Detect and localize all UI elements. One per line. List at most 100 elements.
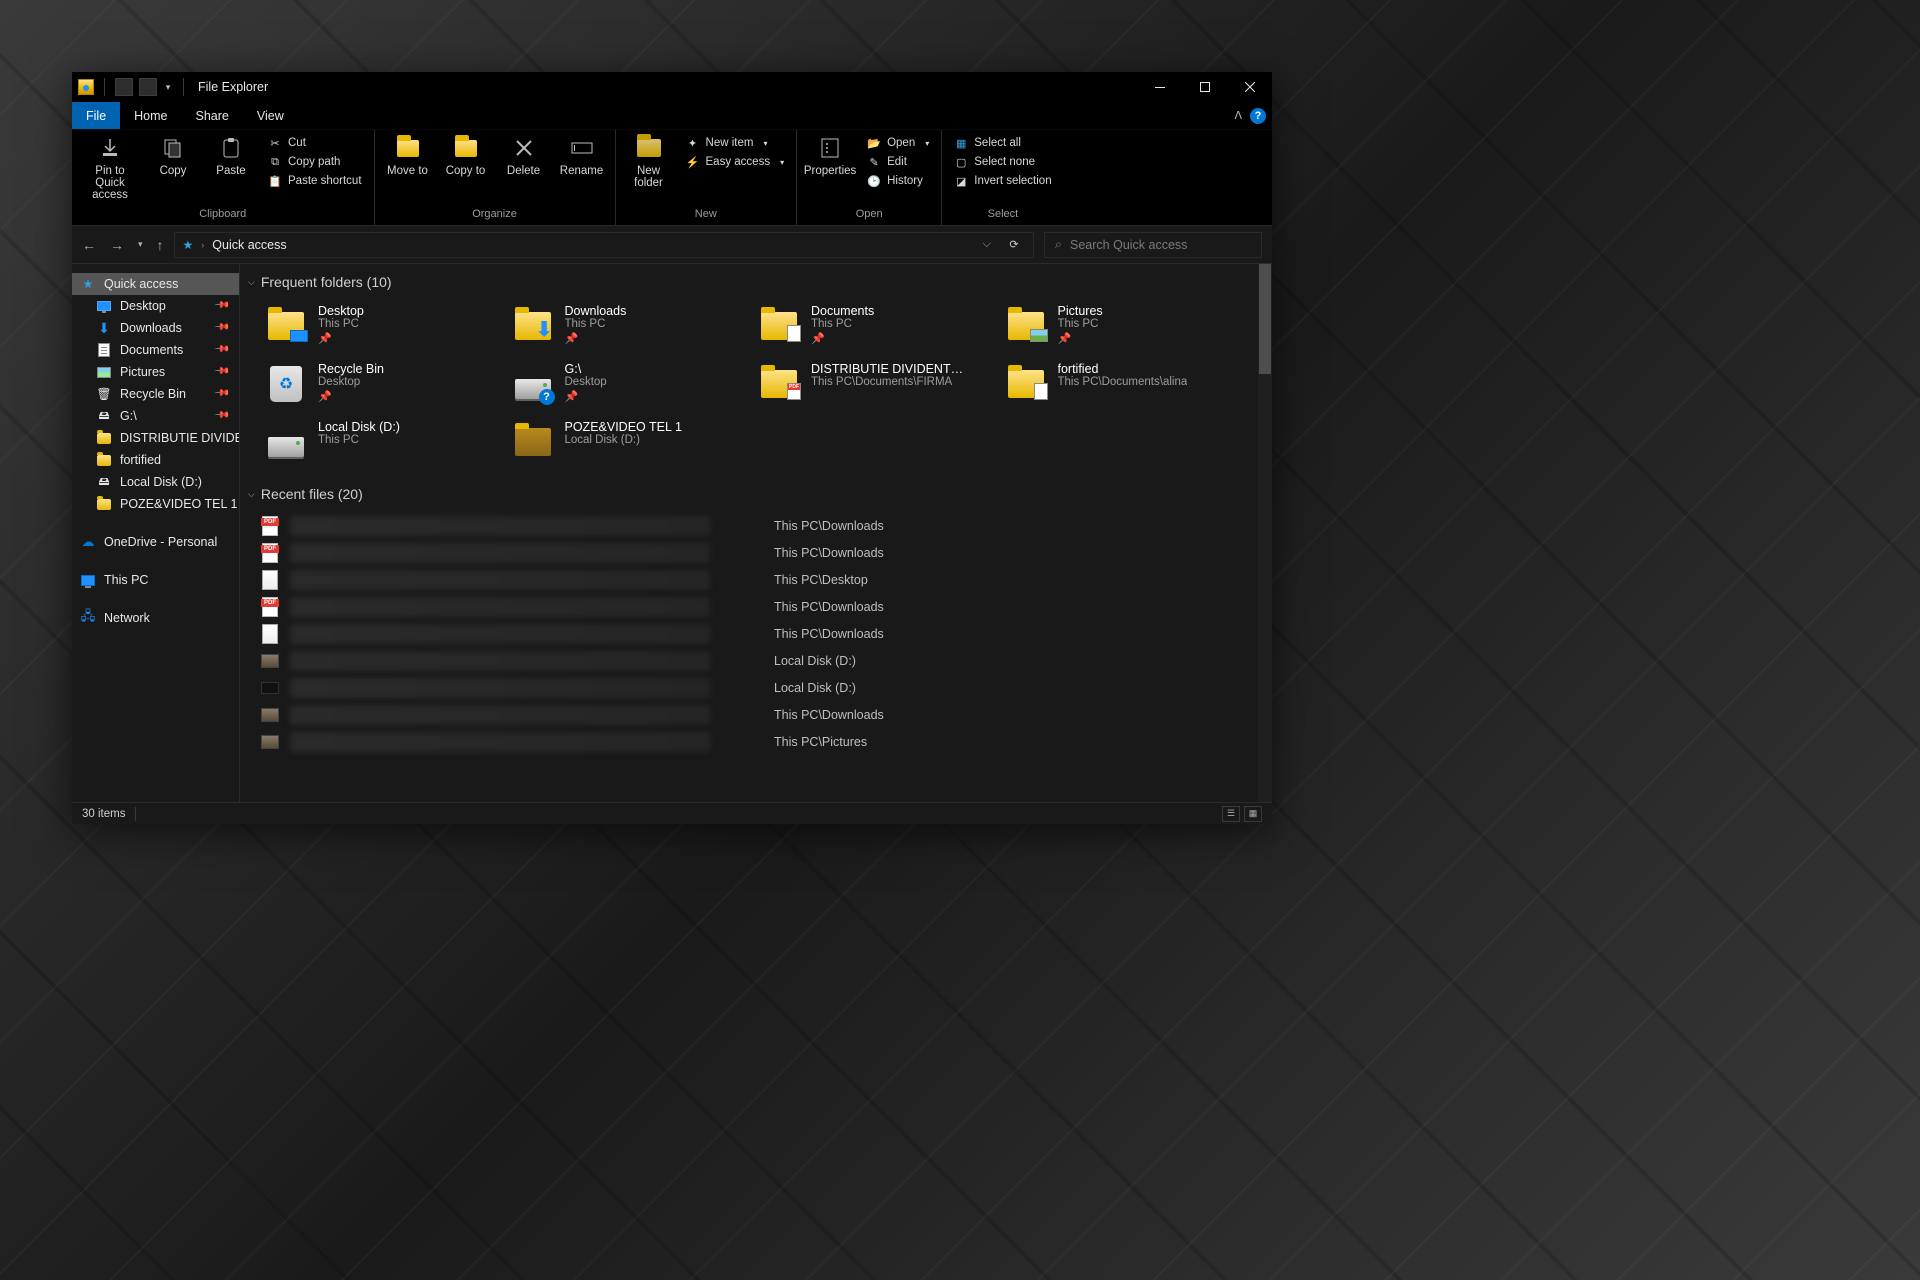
new-item-button[interactable]: ✦New item▾	[682, 134, 789, 152]
address-text: Quick access	[212, 238, 286, 252]
close-button[interactable]	[1227, 72, 1272, 102]
cut-button[interactable]: ✂Cut	[264, 134, 366, 152]
recycle-icon: 🗑	[96, 386, 112, 402]
invert-selection-button[interactable]: ◪Invert selection	[950, 172, 1055, 190]
recent-files-header[interactable]: ⌵ Recent files (20)	[240, 476, 1258, 512]
search-icon: ⌕	[1055, 237, 1062, 252]
sidebar-item-desktop[interactable]: Desktop📌	[72, 295, 239, 317]
recent-file-row[interactable]: This PC\Downloads	[260, 620, 1238, 647]
tab-view[interactable]: View	[243, 102, 298, 129]
downloads-icon: ⬇	[511, 304, 555, 348]
recent-file-row[interactable]: Local Disk (D:)	[260, 647, 1238, 674]
vertical-scrollbar[interactable]	[1258, 264, 1272, 802]
sidebar-quick-access[interactable]: ★ Quick access	[72, 273, 239, 295]
history-button[interactable]: 🕑History	[863, 172, 933, 190]
paste-button[interactable]: Paste	[206, 134, 256, 177]
folder-name: POZE&VIDEO TEL 1	[565, 420, 682, 434]
tab-share[interactable]: Share	[182, 102, 243, 129]
pin-icon: 📌	[1058, 332, 1103, 345]
nav-forward-button[interactable]: →	[110, 237, 124, 253]
copy-path-button[interactable]: ⧉Copy path	[264, 153, 366, 171]
sidebar-item-poze-video-tel-1[interactable]: POZE&VIDEO TEL 1	[72, 493, 239, 515]
recyclebin-icon	[264, 362, 308, 406]
folder-distributie-dividente-iu-[interactable]: PDF DISTRIBUTIE DIVIDENTE IU... This PC\…	[753, 358, 992, 410]
sidebar-item-fortified[interactable]: fortified	[72, 449, 239, 471]
scrollbar-thumb[interactable]	[1259, 264, 1271, 374]
drive-icon: 🖴	[96, 408, 112, 424]
folder-documents[interactable]: Documents This PC 📌	[753, 300, 992, 352]
maximize-button[interactable]	[1182, 72, 1227, 102]
tab-home[interactable]: Home	[120, 102, 181, 129]
sidebar-onedrive[interactable]: ☁ OneDrive - Personal	[72, 531, 239, 553]
ribbon: Pin to Quick access Copy Paste ✂Cut ⧉Cop…	[72, 130, 1272, 226]
sidebar-item-downloads[interactable]: Downloads📌	[72, 317, 239, 339]
folder-local-disk-d-[interactable]: Local Disk (D:) This PC	[260, 416, 499, 468]
recent-file-row[interactable]: This PC\Pictures	[260, 728, 1238, 755]
recent-file-row[interactable]: This PC\Desktop	[260, 566, 1238, 593]
help-icon[interactable]: ?	[1250, 108, 1266, 124]
qat-button-2[interactable]	[139, 78, 157, 96]
organize-group-label: Organize	[472, 208, 517, 223]
move-to-button[interactable]: Move to	[383, 134, 433, 177]
qat-dropdown[interactable]: ▾	[163, 78, 173, 96]
folder-recycle-bin[interactable]: Recycle Bin Desktop 📌	[260, 358, 499, 410]
doc-icon	[96, 342, 112, 358]
rename-button[interactable]: Rename	[557, 134, 607, 177]
select-none-button[interactable]: ▢Select none	[950, 153, 1055, 171]
pin-quick-access-button[interactable]: Pin to Quick access	[80, 134, 140, 201]
folder-g-[interactable]: G:\ Desktop 📌	[507, 358, 746, 410]
pin-label: Pin to Quick access	[80, 165, 140, 201]
folder-fortified[interactable]: fortified This PC\Documents\alina	[1000, 358, 1239, 410]
paste-shortcut-button[interactable]: 📋Paste shortcut	[264, 172, 366, 190]
sidebar-item-recycle-bin[interactable]: 🗑Recycle Bin📌	[72, 383, 239, 405]
pin-icon: 📌	[213, 362, 232, 381]
qat-button-1[interactable]	[115, 78, 133, 96]
frequent-folders-header[interactable]: ⌵ Frequent folders (10)	[240, 264, 1258, 300]
delete-button[interactable]: Delete	[499, 134, 549, 177]
sidebar-item-documents[interactable]: Documents📌	[72, 339, 239, 361]
sidebar-item-pictures[interactable]: Pictures📌	[72, 361, 239, 383]
icons-view-button[interactable]: ▦	[1244, 806, 1262, 822]
details-view-button[interactable]: ☰	[1222, 806, 1240, 822]
content-pane: ⌵ Frequent folders (10) Desktop This PC …	[240, 264, 1272, 802]
copy-to-button[interactable]: Copy to	[441, 134, 491, 177]
sidebar-this-pc[interactable]: This PC	[72, 569, 239, 591]
recent-file-row[interactable]: This PC\Downloads	[260, 593, 1238, 620]
edit-button[interactable]: ✎Edit	[863, 153, 933, 171]
pictures-icon	[1004, 304, 1048, 348]
address-bar[interactable]: ★ › Quick access ⌵ ⟳	[174, 232, 1034, 258]
search-box[interactable]: ⌕ Search Quick access	[1044, 232, 1262, 258]
nav-recent-dropdown[interactable]: ▾	[138, 239, 143, 250]
refresh-button[interactable]: ⟳	[1003, 238, 1025, 251]
folder-poze-video-tel-1[interactable]: POZE&VIDEO TEL 1 Local Disk (D:)	[507, 416, 746, 468]
recent-file-row[interactable]: This PC\Downloads	[260, 539, 1238, 566]
sidebar-item-distributie-dividen[interactable]: DISTRIBUTIE DIVIDEN	[72, 427, 239, 449]
new-folder-button[interactable]: New folder	[624, 134, 674, 189]
copy-button[interactable]: Copy	[148, 134, 198, 177]
recent-file-row[interactable]: Local Disk (D:)	[260, 674, 1238, 701]
folder-desktop[interactable]: Desktop This PC 📌	[260, 300, 499, 352]
sidebar-item-local-disk-d-[interactable]: 🖴Local Disk (D:)	[72, 471, 239, 493]
chevron-down-icon: ⌵	[248, 277, 255, 288]
select-all-button[interactable]: ▦Select all	[950, 134, 1055, 152]
easy-access-button[interactable]: ⚡Easy access▾	[682, 153, 789, 171]
recent-location: This PC\Desktop	[774, 573, 868, 587]
folder-pictures[interactable]: Pictures This PC 📌	[1000, 300, 1239, 352]
folder-name: DISTRIBUTIE DIVIDENTE IU...	[811, 362, 971, 376]
recent-file-row[interactable]: This PC\Downloads	[260, 512, 1238, 539]
open-button[interactable]: 📂Open▾	[863, 134, 933, 152]
recent-file-row[interactable]: This PC\Downloads	[260, 701, 1238, 728]
properties-button[interactable]: Properties	[805, 134, 855, 177]
nav-back-button[interactable]: ←	[82, 237, 96, 253]
sidebar-network[interactable]: 🖧 Network	[72, 607, 239, 629]
folder-icon	[96, 430, 112, 446]
collapse-ribbon-icon[interactable]: ᐱ	[1234, 109, 1242, 122]
pin-icon: 📌	[565, 332, 627, 345]
minimize-button[interactable]	[1137, 72, 1182, 102]
address-dropdown-icon[interactable]: ⌵	[983, 238, 991, 251]
sidebar-item-g-[interactable]: 🖴G:\📌	[72, 405, 239, 427]
file-explorer-window: ▾ File Explorer File Home Share View ᐱ ?	[72, 72, 1272, 824]
nav-up-button[interactable]: ↑	[157, 237, 164, 253]
tab-file[interactable]: File	[72, 102, 120, 129]
folder-downloads[interactable]: ⬇ Downloads This PC 📌	[507, 300, 746, 352]
